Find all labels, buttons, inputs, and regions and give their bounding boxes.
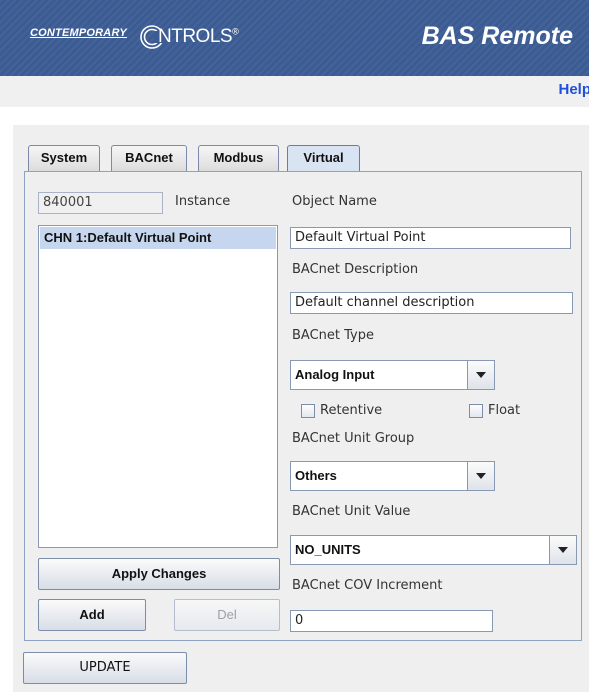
bacnet-cov-increment-input[interactable]: 0 (290, 610, 493, 632)
logo-left-text: CONTEMPORARY (30, 27, 127, 39)
bacnet-type-label: BACnet Type (292, 328, 374, 343)
help-link[interactable]: Help (558, 81, 589, 98)
bacnet-cov-increment-label: BACnet COV Increment (292, 578, 443, 593)
list-item[interactable]: CHN 1:Default Virtual Point (40, 227, 276, 249)
bacnet-unit-group-value: Others (295, 468, 337, 483)
chevron-down-icon[interactable] (467, 462, 494, 490)
object-name-label: Object Name (292, 194, 377, 209)
bacnet-type-select[interactable]: Analog Input (290, 360, 495, 390)
retentive-label: Retentive (320, 403, 383, 418)
apply-changes-button[interactable]: Apply Changes (38, 558, 280, 590)
add-button[interactable]: Add (38, 599, 146, 631)
tab-system[interactable]: System (28, 145, 100, 171)
retentive-checkbox[interactable] (301, 404, 315, 418)
update-button[interactable]: UPDATE (23, 652, 187, 684)
del-button: Del (174, 599, 280, 631)
bacnet-description-input[interactable]: Default channel description (290, 292, 573, 314)
bacnet-type-value: Analog Input (295, 367, 375, 382)
tab-bacnet[interactable]: BACnet (111, 145, 187, 171)
bacnet-unit-group-select[interactable]: Others (290, 461, 495, 491)
float-checkbox[interactable] (469, 404, 483, 418)
help-bar: Help (0, 76, 589, 107)
float-label: Float (488, 403, 521, 418)
object-name-input[interactable]: Default Virtual Point (290, 227, 571, 249)
instance-field: 840001 (38, 192, 163, 214)
product-title: BAS Remote (421, 22, 573, 50)
bacnet-unit-group-label: BACnet Unit Group (292, 431, 415, 446)
tab-virtual[interactable]: Virtual (287, 145, 360, 172)
virtual-points-list[interactable]: CHN 1:Default Virtual Point (38, 225, 278, 548)
chevron-down-icon[interactable] (467, 361, 494, 389)
bacnet-unit-value-select[interactable]: NO_UNITS (290, 535, 577, 565)
bacnet-description-label: BACnet Description (292, 262, 419, 277)
logo-right-text: NTROLS® (158, 26, 239, 47)
chevron-down-icon[interactable] (549, 536, 576, 564)
app-header: CONTEMPORARY NTROLS® BAS Remote (0, 0, 589, 76)
instance-label: Instance (175, 194, 231, 209)
bacnet-unit-value-label: BACnet Unit Value (292, 504, 411, 519)
tab-modbus[interactable]: Modbus (198, 145, 279, 171)
bacnet-unit-value-value: NO_UNITS (295, 542, 361, 557)
